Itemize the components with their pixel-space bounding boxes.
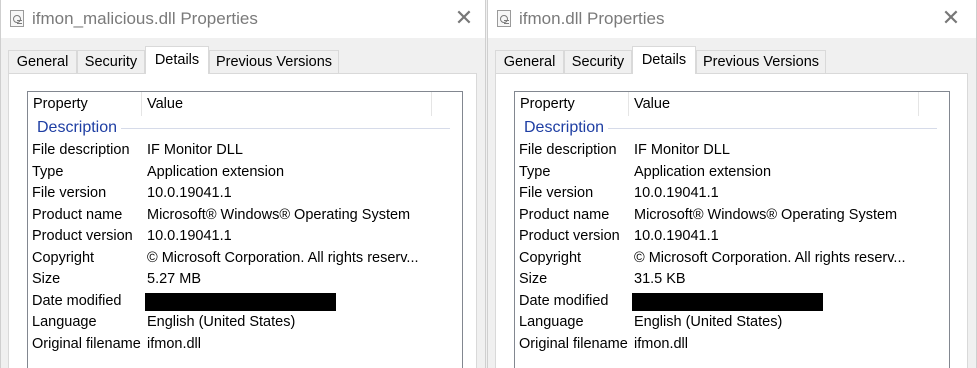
property-value: 10.0.19041.1 — [147, 228, 232, 244]
tab-general[interactable]: General — [495, 50, 564, 73]
property-name: Original filename — [32, 335, 141, 352]
property-value: English (United States) — [634, 314, 783, 330]
property-value: 10.0.19041.1 — [634, 185, 719, 201]
list-item[interactable]: Size 31.5 KB — [515, 269, 949, 291]
title-bar[interactable]: ifmon_malicious.dll Properties ✕ — [1, 0, 485, 38]
property-name: Product version — [32, 228, 133, 244]
property-value: Microsoft® Windows® Operating System — [147, 206, 411, 223]
group-header-description: Description — [524, 119, 609, 137]
list-item[interactable]: Original filename ifmon.dll — [28, 334, 462, 356]
tab-details[interactable]: Details — [145, 46, 209, 74]
property-value: IF Monitor DLL — [634, 142, 730, 158]
list-item[interactable]: Product version 10.0.19041.1 — [515, 226, 949, 248]
tab-previous-versions[interactable]: Previous Versions — [209, 50, 339, 73]
property-value: 10.0.19041.1 — [634, 228, 719, 244]
list-item[interactable]: Size 5.27 MB — [28, 269, 462, 291]
list-item[interactable]: Date modified — [515, 291, 949, 313]
list-item[interactable]: Original filename ifmon.dll — [515, 334, 949, 356]
list-item[interactable]: Copyright © Microsoft Corporation. All ri… — [515, 248, 949, 270]
list-item[interactable]: File version 10.0.19041.1 — [28, 183, 462, 205]
list-item[interactable]: Product name Microsoft® Windows® Operatin… — [28, 205, 462, 227]
redaction-box — [632, 292, 823, 311]
property-name: File version — [519, 185, 594, 201]
close-icon[interactable]: ✕ — [940, 7, 962, 29]
group-header-description: Description — [37, 119, 122, 137]
tab-details[interactable]: Details — [632, 46, 696, 74]
window-title: ifmon.dll Properties — [519, 9, 665, 28]
list-item[interactable]: Product name Microsoft® Windows® Operatin… — [515, 205, 949, 227]
tab-security[interactable]: Security — [564, 50, 632, 73]
property-name: File description — [519, 142, 617, 158]
property-value: 5.27 MB — [147, 271, 201, 287]
properties-window-original: ifmon.dll Properties ✕ General Security Deta… — [487, 0, 977, 368]
list-item[interactable]: File description IF Monitor DLL — [515, 140, 949, 162]
property-name: Date modified — [32, 292, 122, 309]
property-value: English (United States) — [147, 314, 296, 330]
property-value: ifmon.dll — [147, 335, 201, 352]
list-item[interactable]: File description IF Monitor DLL — [28, 140, 462, 162]
list-item[interactable]: Type Application extension — [515, 162, 949, 184]
property-name: Copyright — [519, 249, 582, 266]
file-properties-icon — [10, 10, 24, 27]
file-properties-icon — [497, 10, 511, 27]
list-item[interactable]: Date modified — [28, 291, 462, 313]
details-panel: Property Value Description File description… — [8, 73, 477, 368]
details-panel: Property Value Description File description… — [495, 73, 968, 368]
list-item[interactable]: File version 10.0.19041.1 — [515, 183, 949, 205]
property-name: Size — [519, 271, 548, 287]
title-bar[interactable]: ifmon.dll Properties ✕ — [488, 0, 976, 38]
column-header-property[interactable]: Property — [515, 92, 629, 116]
properties-window-malicious: ifmon_malicious.dll Properties ✕ General Se… — [0, 0, 486, 368]
list-item[interactable]: Language English (United States) — [28, 312, 462, 334]
properties-list[interactable]: Property Value Description File description… — [27, 91, 463, 368]
window-title: ifmon_malicious.dll Properties — [32, 9, 258, 28]
property-name: File version — [32, 185, 107, 201]
property-value: © Microsoft Corporation. All rights rese… — [634, 249, 906, 266]
column-header-value[interactable]: Value — [142, 92, 432, 116]
property-name: Date modified — [519, 292, 609, 309]
tab-previous-versions[interactable]: Previous Versions — [696, 50, 826, 73]
list-item[interactable]: Copyright © Microsoft Corporation. All ri… — [28, 248, 462, 270]
list-item[interactable]: Product version 10.0.19041.1 — [28, 226, 462, 248]
tab-general[interactable]: General — [8, 50, 77, 73]
properties-list[interactable]: Property Value Description File description… — [514, 91, 950, 368]
list-item[interactable]: Type Application extension — [28, 162, 462, 184]
redaction-box — [145, 292, 336, 311]
close-icon[interactable]: ✕ — [453, 7, 475, 29]
property-value: Microsoft® Windows® Operating System — [634, 206, 898, 223]
property-value: 10.0.19041.1 — [147, 185, 232, 201]
list-item[interactable]: Language English (United States) — [515, 312, 949, 334]
property-name: Original filename — [519, 335, 628, 352]
property-name: Copyright — [32, 249, 95, 266]
property-name: Size — [32, 271, 61, 287]
property-name: Product name — [519, 206, 610, 223]
property-value: 31.5 KB — [634, 271, 686, 287]
property-name: Type — [32, 163, 64, 180]
property-value: IF Monitor DLL — [147, 142, 243, 158]
property-value: © Microsoft Corporation. All rights rese… — [147, 249, 419, 266]
property-name: Language — [32, 314, 97, 330]
tab-strip: General Security Details Previous Versions — [495, 46, 976, 74]
property-name: File description — [32, 142, 130, 158]
property-name: Product version — [519, 228, 620, 244]
column-header-property[interactable]: Property — [28, 92, 142, 116]
property-name: Language — [519, 314, 584, 330]
tab-strip: General Security Details Previous Versions — [8, 46, 485, 74]
property-name: Product name — [32, 206, 123, 223]
column-header-value[interactable]: Value — [629, 92, 919, 116]
property-value: Application extension — [634, 163, 772, 180]
property-name: Type — [519, 163, 551, 180]
tab-security[interactable]: Security — [77, 50, 145, 73]
property-value: ifmon.dll — [634, 335, 688, 352]
property-value: Application extension — [147, 163, 285, 180]
